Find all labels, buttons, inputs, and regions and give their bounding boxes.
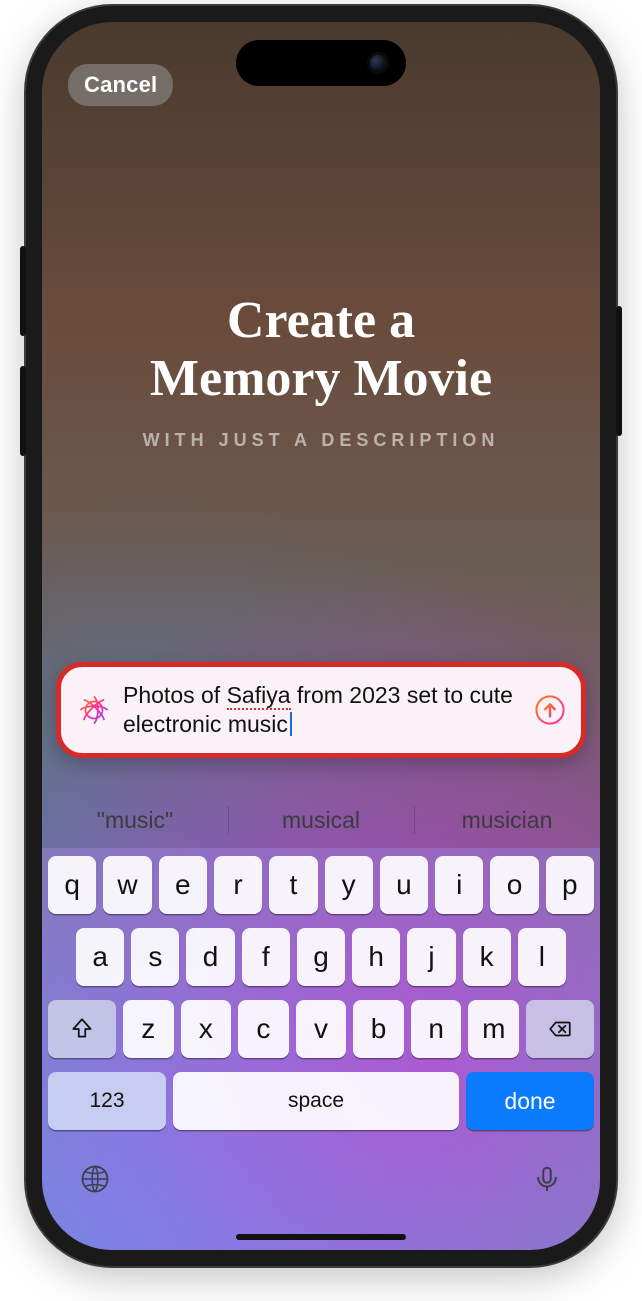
key-k[interactable]: k — [463, 928, 511, 986]
key-p[interactable]: p — [546, 856, 594, 914]
title-line-1: Create a — [227, 292, 415, 349]
key-o[interactable]: o — [490, 856, 538, 914]
submit-button[interactable] — [533, 693, 567, 727]
cancel-button[interactable]: Cancel — [68, 64, 173, 106]
apple-intelligence-icon — [77, 693, 111, 727]
space-key[interactable]: space — [173, 1072, 459, 1130]
key-g[interactable]: g — [297, 928, 345, 986]
key-r[interactable]: r — [214, 856, 262, 914]
key-c[interactable]: c — [238, 1000, 289, 1058]
prompt-highlight: Photos of Safiya from 2023 set to cute e… — [56, 662, 586, 758]
text-caret — [290, 712, 292, 736]
key-j[interactable]: j — [407, 928, 455, 986]
done-key[interactable]: done — [466, 1072, 594, 1130]
key-s[interactable]: s — [131, 928, 179, 986]
key-h[interactable]: h — [352, 928, 400, 986]
key-f[interactable]: f — [242, 928, 290, 986]
numbers-key[interactable]: 123 — [48, 1072, 166, 1130]
backspace-key[interactable] — [526, 1000, 594, 1058]
keyboard-suggestions: "music" musical musician — [42, 792, 600, 848]
key-w[interactable]: w — [103, 856, 151, 914]
page-subtitle: WITH JUST A DESCRIPTION — [42, 430, 600, 451]
suggestion-3[interactable]: musician — [414, 792, 600, 848]
key-b[interactable]: b — [353, 1000, 404, 1058]
iphone-frame: Cancel Create a Memory Movie WITH JUST A… — [26, 6, 616, 1266]
keyboard: q w e r t y u i o p a s d f g h j k l — [42, 848, 600, 1250]
screen: Cancel Create a Memory Movie WITH JUST A… — [42, 22, 600, 1250]
key-v[interactable]: v — [296, 1000, 347, 1058]
misspelled-word: Safiya — [227, 682, 291, 710]
key-d[interactable]: d — [186, 928, 234, 986]
key-y[interactable]: y — [325, 856, 373, 914]
prompt-text-input[interactable]: Photos of Safiya from 2023 set to cute e… — [123, 681, 521, 739]
key-u[interactable]: u — [380, 856, 428, 914]
key-n[interactable]: n — [411, 1000, 462, 1058]
dynamic-island — [236, 40, 406, 86]
key-i[interactable]: i — [435, 856, 483, 914]
shift-key[interactable] — [48, 1000, 116, 1058]
suggestion-2[interactable]: musical — [228, 792, 414, 848]
key-l[interactable]: l — [518, 928, 566, 986]
suggestion-1[interactable]: "music" — [42, 792, 228, 848]
key-x[interactable]: x — [181, 1000, 232, 1058]
key-a[interactable]: a — [76, 928, 124, 986]
prompt-pre: Photos of — [123, 682, 227, 708]
page-title: Create a Memory Movie — [42, 292, 600, 408]
headline-block: Create a Memory Movie WITH JUST A DESCRI… — [42, 292, 600, 451]
title-line-2: Memory Movie — [150, 350, 492, 407]
key-m[interactable]: m — [468, 1000, 519, 1058]
key-e[interactable]: e — [159, 856, 207, 914]
mic-icon[interactable] — [530, 1162, 564, 1196]
key-t[interactable]: t — [269, 856, 317, 914]
prompt-input-card[interactable]: Photos of Safiya from 2023 set to cute e… — [56, 662, 586, 758]
home-indicator[interactable] — [236, 1234, 406, 1240]
key-z[interactable]: z — [123, 1000, 174, 1058]
key-q[interactable]: q — [48, 856, 96, 914]
globe-icon[interactable] — [78, 1162, 112, 1196]
